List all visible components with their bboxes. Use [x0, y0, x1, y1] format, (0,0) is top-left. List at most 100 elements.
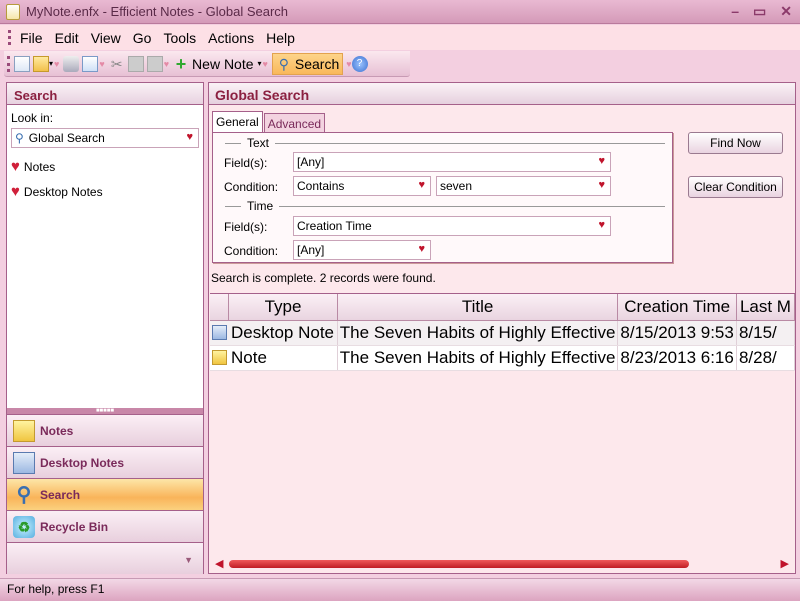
time-fields-dropdown[interactable]: Creation Time ♥	[293, 216, 611, 236]
text-fields-label: Field(s):	[224, 156, 268, 170]
search-status: Search is complete. 2 records were found…	[211, 271, 436, 285]
window-title: MyNote.enfx - Efficient Notes - Global S…	[26, 4, 289, 19]
look-in-label: Look in:	[11, 111, 54, 125]
heart-dropdown-arrow-icon[interactable]: ♥	[598, 155, 605, 167]
scroll-right-arrow-icon[interactable]: ▶	[781, 557, 789, 570]
help-icon: ?	[351, 55, 368, 72]
column-header-last-modified[interactable]: Last M	[736, 294, 796, 321]
creation-time-cell: 8/23/2013 6:16	[617, 345, 737, 371]
text-fields-value: [Any]	[297, 155, 325, 169]
scrollbar-thumb[interactable]	[229, 560, 689, 568]
plus-icon: +	[175, 53, 187, 74]
menu-view[interactable]: View	[91, 30, 121, 46]
paste-button[interactable]: ♥	[146, 53, 170, 75]
search-toolbar-button[interactable]: ⚲ Search	[271, 52, 344, 75]
column-header-icon[interactable]	[210, 294, 230, 321]
table-row[interactable]: Desktop Note The Seven Habits of Highly …	[210, 320, 796, 346]
look-in-dropdown[interactable]: ⚲ Global Search ♥	[11, 128, 199, 148]
table-row[interactable]: Note The Seven Habits of Highly Effectiv…	[210, 345, 796, 371]
nav-label: Search	[40, 487, 81, 502]
toolbar: ▾ ♥ ♥ ✂ ♥ + New Note ▾ ♥ ⚲ Search ♥ ?	[4, 51, 410, 77]
left-panel: Search Look in: ⚲ Global Search ♥ ♥ Notes…	[6, 82, 204, 574]
heart-dropdown-arrow-icon[interactable]: ♥	[418, 179, 425, 191]
scroll-left-arrow-icon[interactable]: ◀	[215, 557, 223, 570]
time-condition-dropdown[interactable]: [Any] ♥	[293, 240, 431, 260]
folder-item-notes[interactable]: ♥ Notes	[7, 154, 203, 179]
open-folder-icon	[33, 55, 49, 72]
results-grid: Type Title Creation Time Last M Desktop …	[210, 293, 796, 555]
nav-desktop-notes[interactable]: Desktop Notes	[7, 446, 203, 478]
column-header-type[interactable]: Type	[228, 294, 338, 321]
time-condition-value: [Any]	[297, 243, 325, 257]
app-icon	[6, 3, 20, 20]
heart-dropdown-arrow-icon[interactable]: ♥	[186, 131, 193, 143]
nav-recycle-bin[interactable]: ♻ Recycle Bin	[7, 510, 203, 542]
desktop-notes-icon	[13, 451, 35, 474]
right-panel: Global Search General Advanced Text Fiel…	[208, 82, 796, 574]
desktop-note-icon	[212, 324, 227, 340]
text-condition-dropdown[interactable]: Contains ♥	[293, 176, 431, 196]
menu-tools[interactable]: Tools	[163, 30, 196, 46]
menu-bar: File Edit View Go Tools Actions Help	[0, 25, 800, 50]
title-cell: The Seven Habits of Highly Effective	[337, 345, 619, 371]
open-button[interactable]: ▾ ♥	[33, 53, 60, 75]
copy-button[interactable]	[127, 53, 144, 75]
clear-condition-button[interactable]: Clear Condition	[688, 176, 783, 198]
nav-label: Recycle Bin	[40, 519, 109, 534]
notes-icon	[13, 419, 35, 442]
time-fields-label: Field(s):	[224, 220, 268, 234]
search-label: Search	[294, 55, 340, 72]
menu-actions[interactable]: Actions	[208, 30, 254, 46]
title-bar: MyNote.enfx - Efficient Notes - Global S…	[0, 0, 800, 24]
text-fields-dropdown[interactable]: [Any] ♥	[293, 152, 611, 172]
maximize-button[interactable]: ▭	[753, 3, 766, 20]
time-group-label: Time	[247, 199, 274, 213]
search-icon: ⚲	[16, 483, 32, 506]
nav-label: Notes	[40, 423, 74, 438]
text-group-label: Text	[247, 136, 270, 150]
tab-advanced[interactable]: Advanced	[263, 113, 326, 133]
menu-grip[interactable]	[8, 30, 11, 45]
print-preview-button[interactable]: ♥	[82, 53, 105, 75]
copy-icon	[127, 55, 144, 72]
menu-go[interactable]: Go	[133, 30, 152, 46]
heart-dropdown-arrow-icon[interactable]: ♥	[598, 219, 605, 231]
column-header-title[interactable]: Title	[337, 294, 619, 321]
new-note-button[interactable]: + New Note ▾ ♥	[173, 53, 269, 75]
find-now-button[interactable]: Find Now	[688, 132, 783, 154]
print-button[interactable]	[63, 53, 80, 75]
nav-search[interactable]: ⚲ Search	[7, 478, 203, 510]
horizontal-scrollbar[interactable]: ◀ ▶	[213, 557, 791, 571]
nav-options[interactable]: ▼	[7, 542, 203, 574]
close-button[interactable]: ✕	[780, 3, 792, 20]
menu-help[interactable]: Help	[266, 30, 295, 46]
help-button[interactable]: ?	[351, 53, 368, 75]
time-condition-label: Condition:	[224, 244, 279, 258]
minimize-button[interactable]: –	[731, 3, 739, 20]
note-icon	[212, 349, 227, 365]
menu-file[interactable]: File	[20, 30, 43, 46]
right-panel-header: Global Search	[209, 83, 795, 105]
time-fields-value: Creation Time	[297, 219, 372, 233]
nav-notes[interactable]: Notes	[7, 414, 203, 446]
chevron-down-icon[interactable]: ▼	[184, 555, 193, 565]
status-bar: For help, press F1	[0, 578, 800, 601]
cut-button[interactable]: ✂	[109, 53, 125, 75]
heart-dropdown-arrow-icon[interactable]: ♥	[598, 179, 605, 191]
title-cell: The Seven Habits of Highly Effective	[337, 320, 619, 346]
menu-edit[interactable]: Edit	[55, 30, 79, 46]
search-icon: ⚲	[278, 55, 289, 72]
heart-arrow-icon: ♥	[11, 158, 20, 175]
folder-label: Notes	[23, 159, 56, 174]
nav-label: Desktop Notes	[40, 455, 125, 470]
tab-general[interactable]: General	[212, 111, 263, 133]
column-header-creation-time[interactable]: Creation Time	[617, 294, 737, 321]
heart-dropdown-arrow-icon[interactable]: ♥	[418, 243, 425, 255]
new-document-icon	[14, 55, 30, 72]
keyword-input[interactable]: seven ♥	[436, 176, 611, 196]
print-preview-icon	[82, 55, 99, 72]
cut-icon: ✂	[110, 55, 123, 72]
toolbar-grip[interactable]	[7, 56, 10, 72]
folder-item-desktop-notes[interactable]: ♥ Desktop Notes	[7, 179, 203, 204]
new-document-button[interactable]	[14, 53, 30, 75]
